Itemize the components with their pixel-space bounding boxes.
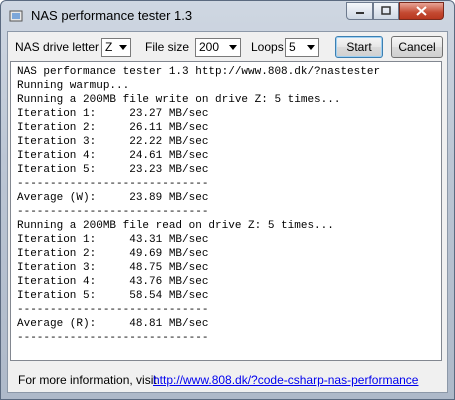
output-line: Iteration 5: 23.23 MB/sec <box>17 164 209 176</box>
window-title: NAS performance tester 1.3 <box>31 8 193 23</box>
drive-select[interactable]: Z <box>101 38 131 57</box>
chevron-down-icon <box>225 39 240 56</box>
minimize-icon <box>355 12 364 14</box>
output-line: Iteration 5: 58.54 MB/sec <box>17 290 209 302</box>
title-bar[interactable]: NAS performance tester 1.3 <box>1 1 454 31</box>
output-line: Running a 200MB file read on drive Z: 5 … <box>17 220 334 232</box>
maximize-button[interactable] <box>373 2 399 20</box>
output-line: ----------------------------- <box>17 304 209 316</box>
output-line: Average (R): 48.81 MB/sec <box>17 318 209 330</box>
info-link[interactable]: http://www.808.dk/?code-csharp-nas-perfo… <box>153 373 418 387</box>
output-line: Iteration 1: 43.31 MB/sec <box>17 234 209 246</box>
output-line: Iteration 2: 49.69 MB/sec <box>17 248 209 260</box>
output-line: Iteration 2: 26.11 MB/sec <box>17 122 209 134</box>
filesize-select-value: 200 <box>199 40 220 54</box>
output-line: Iteration 1: 23.27 MB/sec <box>17 108 209 120</box>
output-line: Running a 200MB file write on drive Z: 5… <box>17 94 341 106</box>
output-line: ----------------------------- <box>17 178 209 190</box>
output-line: Running warmup... <box>17 80 130 92</box>
output-line: NAS performance tester 1.3 http://www.80… <box>17 66 381 78</box>
app-icon <box>9 10 23 22</box>
results-text: NAS performance tester 1.3 http://www.80… <box>11 62 441 345</box>
output-line: Average (W): 23.89 MB/sec <box>17 192 209 204</box>
filesize-select[interactable]: 200 <box>195 38 241 57</box>
maximize-icon <box>381 6 391 15</box>
loops-select[interactable]: 5 <box>285 38 319 57</box>
drive-label: NAS drive letter <box>15 40 100 54</box>
minimize-button[interactable] <box>346 2 373 20</box>
close-icon <box>416 6 427 16</box>
cancel-button[interactable]: Cancel <box>391 36 443 58</box>
output-line: Iteration 3: 22.22 MB/sec <box>17 136 209 148</box>
loops-label: Loops <box>251 40 284 54</box>
app-window: NAS performance tester 1.3 NAS drive let… <box>0 0 455 400</box>
output-line: Iteration 4: 24.61 MB/sec <box>17 150 209 162</box>
chevron-down-icon <box>303 39 318 56</box>
output-line: ----------------------------- <box>17 332 209 344</box>
output-line: Iteration 4: 43.76 MB/sec <box>17 276 209 288</box>
close-button[interactable] <box>399 2 444 20</box>
output-line: Iteration 3: 48.75 MB/sec <box>17 262 209 274</box>
output-line: ----------------------------- <box>17 206 209 218</box>
drive-select-value: Z <box>105 40 113 54</box>
start-button[interactable]: Start <box>335 36 383 58</box>
filesize-label: File size <box>145 40 190 54</box>
footer-info-text: For more information, visit <box>18 373 157 387</box>
results-output[interactable]: NAS performance tester 1.3 http://www.80… <box>10 61 442 361</box>
chevron-down-icon <box>115 39 130 56</box>
loops-select-value: 5 <box>289 40 296 54</box>
